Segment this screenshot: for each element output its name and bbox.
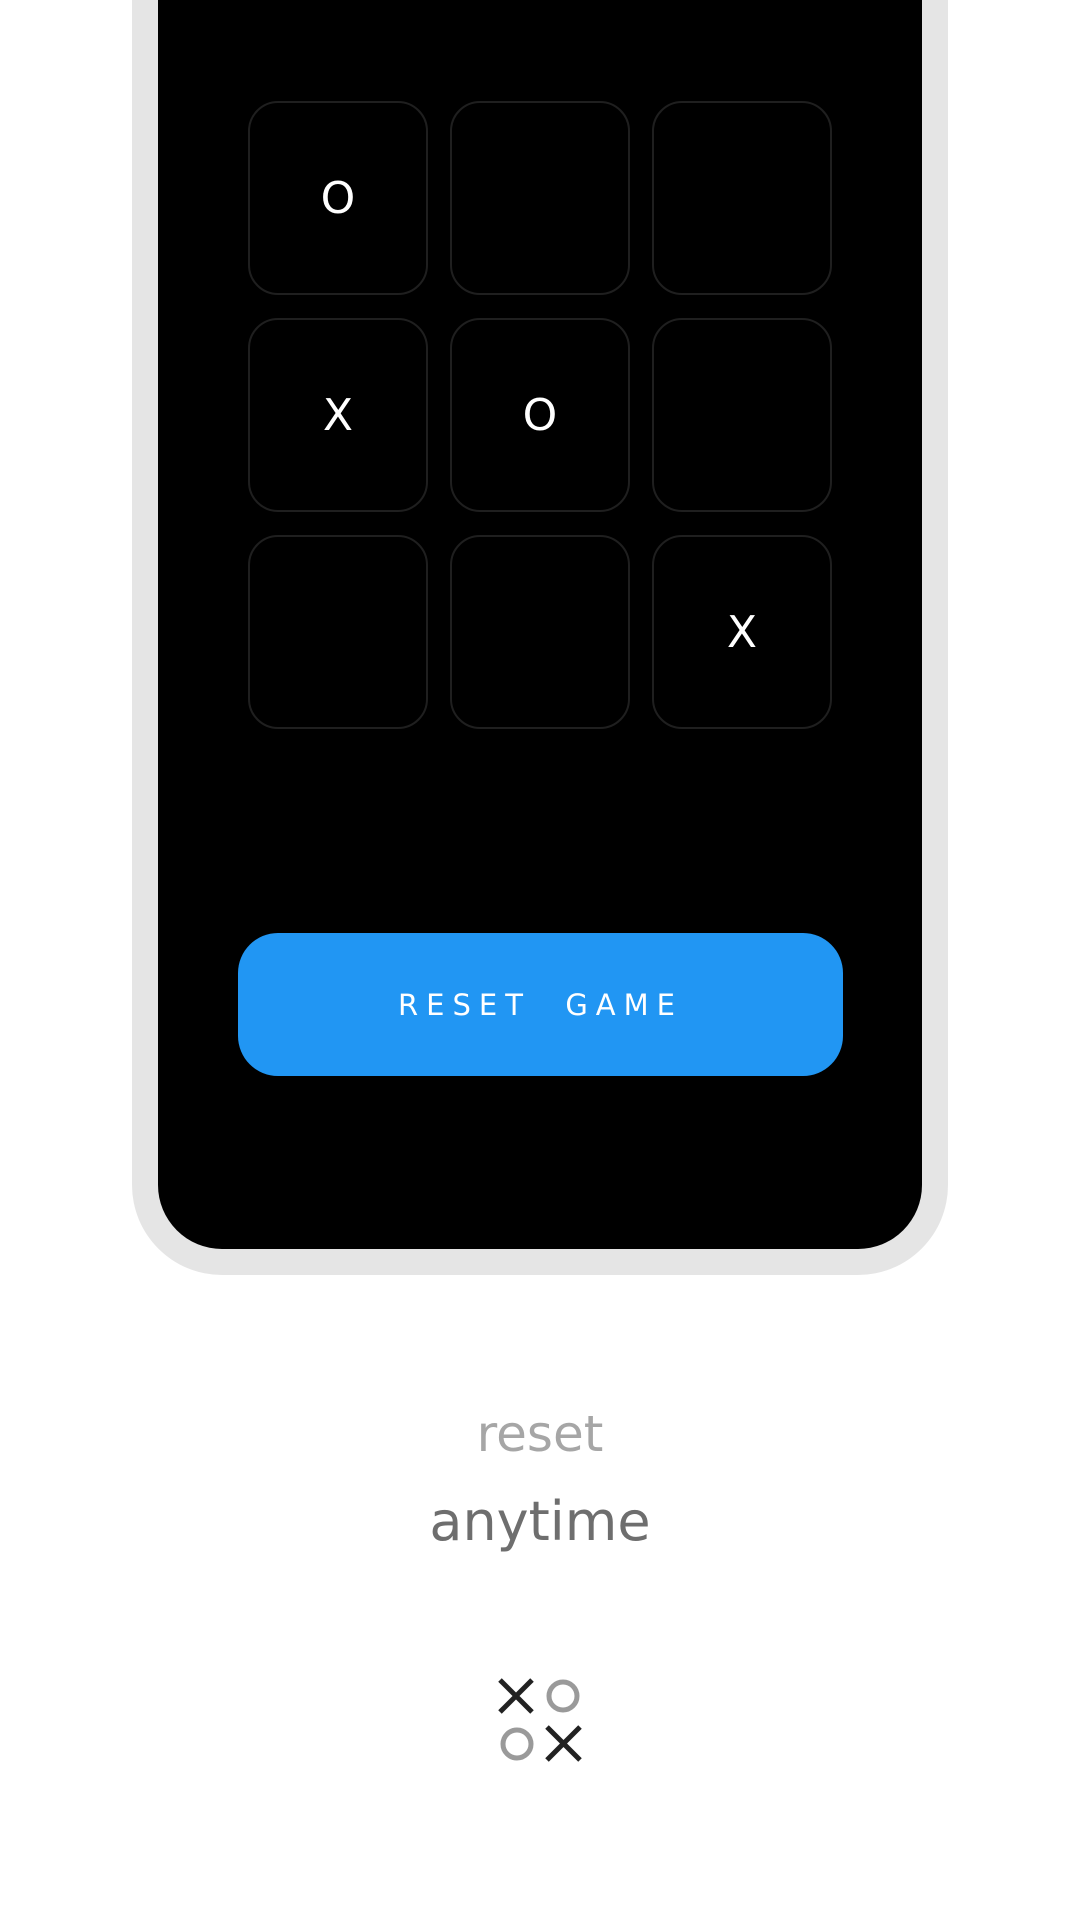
tagline-line-2: anytime [429, 1490, 651, 1553]
logo-x-bottom-right-icon [545, 1725, 582, 1762]
reset-game-button[interactable]: RESET GAME [238, 933, 843, 1076]
board-cell-7[interactable] [248, 535, 428, 729]
game-board: O X O X [248, 101, 832, 729]
board-cell-9[interactable]: X [652, 535, 832, 729]
logo-o-top-right-icon [546, 1679, 580, 1713]
board-cell-1[interactable]: O [248, 101, 428, 295]
board-cell-2[interactable] [450, 101, 630, 295]
logo-o-bottom-left-icon [500, 1727, 534, 1761]
tic-tac-toe-logo-icon [498, 1678, 582, 1762]
logo-x-top-left-icon [498, 1678, 534, 1714]
tagline-line-1: reset [476, 1405, 604, 1463]
board-cell-4[interactable]: X [248, 318, 428, 512]
phone-screen: O X O X RESET GAME [158, 0, 922, 1249]
board-cell-8[interactable] [450, 535, 630, 729]
board-cell-6[interactable] [652, 318, 832, 512]
board-cell-5[interactable]: O [450, 318, 630, 512]
board-cell-3[interactable] [652, 101, 832, 295]
reset-game-button-label: RESET GAME [397, 987, 683, 1022]
